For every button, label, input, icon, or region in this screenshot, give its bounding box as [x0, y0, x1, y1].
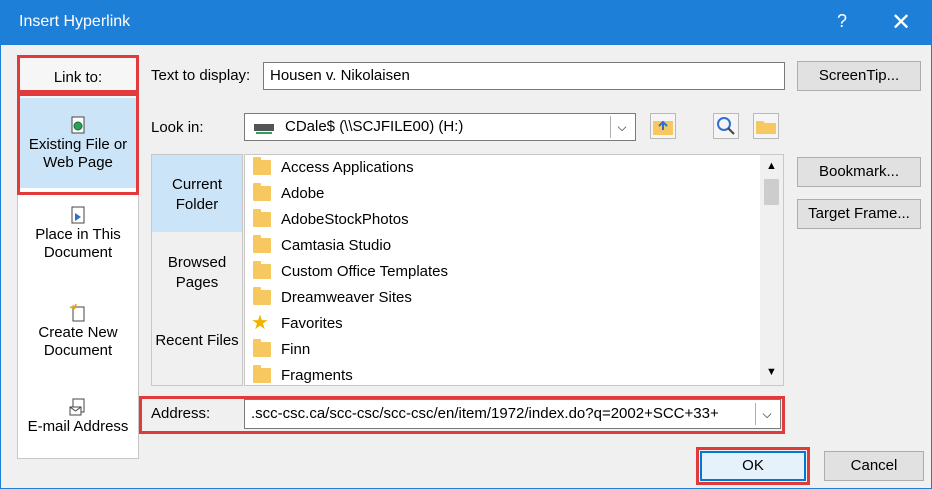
list-item[interactable]: Camtasia Studio [253, 233, 743, 259]
sidebar-item-current-folder[interactable]: Current Folder [152, 155, 242, 232]
link-option-label: Place in This Document [35, 226, 121, 261]
bookmark-button[interactable]: Bookmark... [797, 157, 921, 187]
existing-file-highlight [17, 93, 139, 195]
scroll-thumb[interactable] [764, 179, 779, 205]
list-item[interactable]: ★ Favorites [251, 311, 743, 337]
address-label: Address: [151, 405, 211, 422]
list-item[interactable]: Adobe [253, 181, 743, 207]
close-button[interactable]: ✕ [891, 8, 911, 37]
link-option-place-in-document[interactable]: Place in This Document [20, 206, 136, 276]
address-field[interactable]: .scc-csc.ca/scc-csc/scc-csc/en/item/1972… [244, 399, 781, 429]
list-item[interactable]: Fragments [253, 363, 743, 385]
link-option-label: Create New Document [38, 324, 118, 359]
browse-sidebar: Current Folder Browsed Pages Recent File… [151, 154, 243, 386]
star-icon: ★ [251, 312, 269, 334]
list-item[interactable]: AdobeStockPhotos [253, 207, 743, 233]
address-value: .scc-csc.ca/scc-csc/scc-csc/en/item/1972… [251, 405, 719, 422]
look-in-label: Look in: [151, 119, 204, 136]
browse-web-icon [717, 117, 735, 135]
list-item[interactable]: Custom Office Templates [253, 259, 743, 285]
folder-icon [253, 261, 271, 279]
scroll-down-icon[interactable]: ▼ [760, 363, 783, 381]
sidebar-item-recent-files[interactable]: Recent Files [152, 311, 242, 385]
link-option-label: E-mail Address [27, 418, 129, 435]
file-list-scrollbar[interactable]: ▲ ▼ [760, 155, 783, 385]
look-in-value: CDale$ (\\SCJFILE00) (H:) [285, 118, 464, 135]
folder-icon [253, 157, 271, 175]
ok-button[interactable]: OK [700, 451, 806, 481]
browse-web-button[interactable] [713, 113, 739, 139]
up-folder-icon [653, 120, 673, 135]
insert-hyperlink-dialog: Insert Hyperlink ? ✕ Link to: Existing F… [0, 0, 932, 489]
folder-icon [253, 235, 271, 253]
open-folder-icon [756, 121, 776, 134]
folder-icon [253, 183, 271, 201]
up-one-folder-button[interactable] [650, 113, 676, 139]
text-to-display-label: Text to display: [151, 67, 251, 84]
chevron-down-icon[interactable]: ⌵ [755, 403, 778, 425]
sidebar-item-browsed-pages[interactable]: Browsed Pages [152, 233, 242, 310]
folder-icon [253, 339, 271, 357]
list-item[interactable]: Finn [253, 337, 743, 363]
screentip-button[interactable]: ScreenTip... [797, 61, 921, 91]
create-new-document-icon [69, 304, 85, 322]
link-option-email-address[interactable]: E-mail Address [20, 398, 136, 458]
browse-file-button[interactable] [753, 113, 779, 139]
help-button[interactable]: ? [837, 11, 847, 32]
title-bar: Insert Hyperlink ? ✕ [1, 1, 931, 45]
link-option-create-new-document[interactable]: Create New Document [20, 304, 136, 374]
cancel-button[interactable]: Cancel [824, 451, 924, 481]
look-in-dropdown[interactable]: CDale$ (\\SCJFILE00) (H:) ⌵ [244, 113, 636, 141]
place-in-document-icon [71, 206, 85, 224]
text-to-display-field[interactable]: Housen v. Nikolaisen [263, 62, 785, 90]
folder-icon [253, 209, 271, 227]
dialog-title: Insert Hyperlink [19, 13, 131, 30]
link-to-highlight [17, 55, 139, 93]
folder-icon [253, 287, 271, 305]
list-item[interactable]: Dreamweaver Sites [253, 285, 743, 311]
scroll-up-icon[interactable]: ▲ [760, 157, 783, 175]
chevron-down-icon[interactable]: ⌵ [610, 116, 633, 138]
target-frame-button[interactable]: Target Frame... [797, 199, 921, 229]
file-list[interactable]: Access Applications Adobe AdobeStockPhot… [244, 154, 784, 386]
folder-icon [253, 365, 271, 383]
list-item[interactable]: Access Applications [253, 155, 743, 181]
network-drive-icon [254, 124, 274, 134]
email-address-icon [69, 398, 85, 416]
